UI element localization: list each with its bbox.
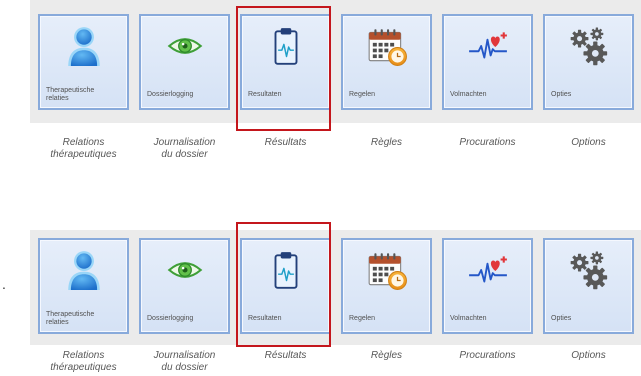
eye-icon: [164, 249, 206, 291]
person-icon: [63, 25, 105, 67]
tile-row: Therapeutische relaties Dossierlogging R…: [0, 0, 641, 165]
calendar-clock-icon: [366, 25, 408, 67]
gears-icon: [568, 249, 610, 291]
clipboard-heartbeat-icon: [265, 25, 307, 67]
tile-label: Resultaten: [248, 91, 282, 98]
caption-proxies: Procurations: [459, 350, 516, 361]
tile-label: Opties: [551, 91, 572, 98]
caption-therapeutic-relations: Relations thérapeutiques: [50, 350, 117, 373]
caption-therapeutic-relations: Relations thérapeutiques: [50, 137, 117, 160]
tile-rules[interactable]: Regelen: [341, 238, 432, 334]
tile-dossier-logging[interactable]: Dossierlogging: [139, 238, 230, 334]
caption-results: Résultats: [264, 350, 307, 361]
tile-label: Dossierlogging: [147, 91, 194, 98]
row-marker: .: [2, 276, 6, 292]
tile-label: Dossierlogging: [147, 315, 194, 322]
tile-proxies[interactable]: Volmachten: [442, 238, 533, 334]
tile-results[interactable]: Resultaten: [240, 238, 331, 334]
tile-label: Therapeutische relaties: [46, 311, 95, 326]
tile-therapeutic-relations[interactable]: Therapeutische relaties: [38, 14, 129, 110]
caption-proxies: Procurations: [459, 137, 516, 148]
caption-results: Résultats: [264, 137, 307, 148]
eye-icon: [164, 25, 206, 67]
gears-icon: [568, 25, 610, 67]
heartbeat-heart-icon: [467, 249, 509, 291]
tile-label: Resultaten: [248, 315, 282, 322]
tile-options[interactable]: Opties: [543, 238, 634, 334]
tile-label: Regelen: [349, 91, 376, 98]
heartbeat-heart-icon: [467, 25, 509, 67]
tile-results[interactable]: Resultaten: [240, 14, 331, 110]
caption-rules: Règles: [370, 350, 403, 361]
tile-rules[interactable]: Regelen: [341, 14, 432, 110]
tile-options[interactable]: Opties: [543, 14, 634, 110]
caption-options: Options: [571, 350, 606, 361]
caption-dossier-logging: Journalisation du dossier: [153, 350, 216, 373]
clipboard-heartbeat-icon: [265, 249, 307, 291]
tile-dossier-logging[interactable]: Dossierlogging: [139, 14, 230, 110]
calendar-clock-icon: [366, 249, 408, 291]
tile-label: Volmachten: [450, 315, 487, 322]
tile-label: Regelen: [349, 315, 376, 322]
caption-options: Options: [571, 137, 606, 148]
caption-rules: Règles: [370, 137, 403, 148]
tile-label: Opties: [551, 315, 572, 322]
person-icon: [63, 249, 105, 291]
tile-label: Therapeutische relaties: [46, 87, 95, 102]
tile-row: . Therapeutische relaties Dossierlogging…: [0, 216, 641, 376]
caption-dossier-logging: Journalisation du dossier: [153, 137, 216, 160]
tile-therapeutic-relations[interactable]: Therapeutische relaties: [38, 238, 129, 334]
tile-label: Volmachten: [450, 91, 487, 98]
tile-proxies[interactable]: Volmachten: [442, 14, 533, 110]
